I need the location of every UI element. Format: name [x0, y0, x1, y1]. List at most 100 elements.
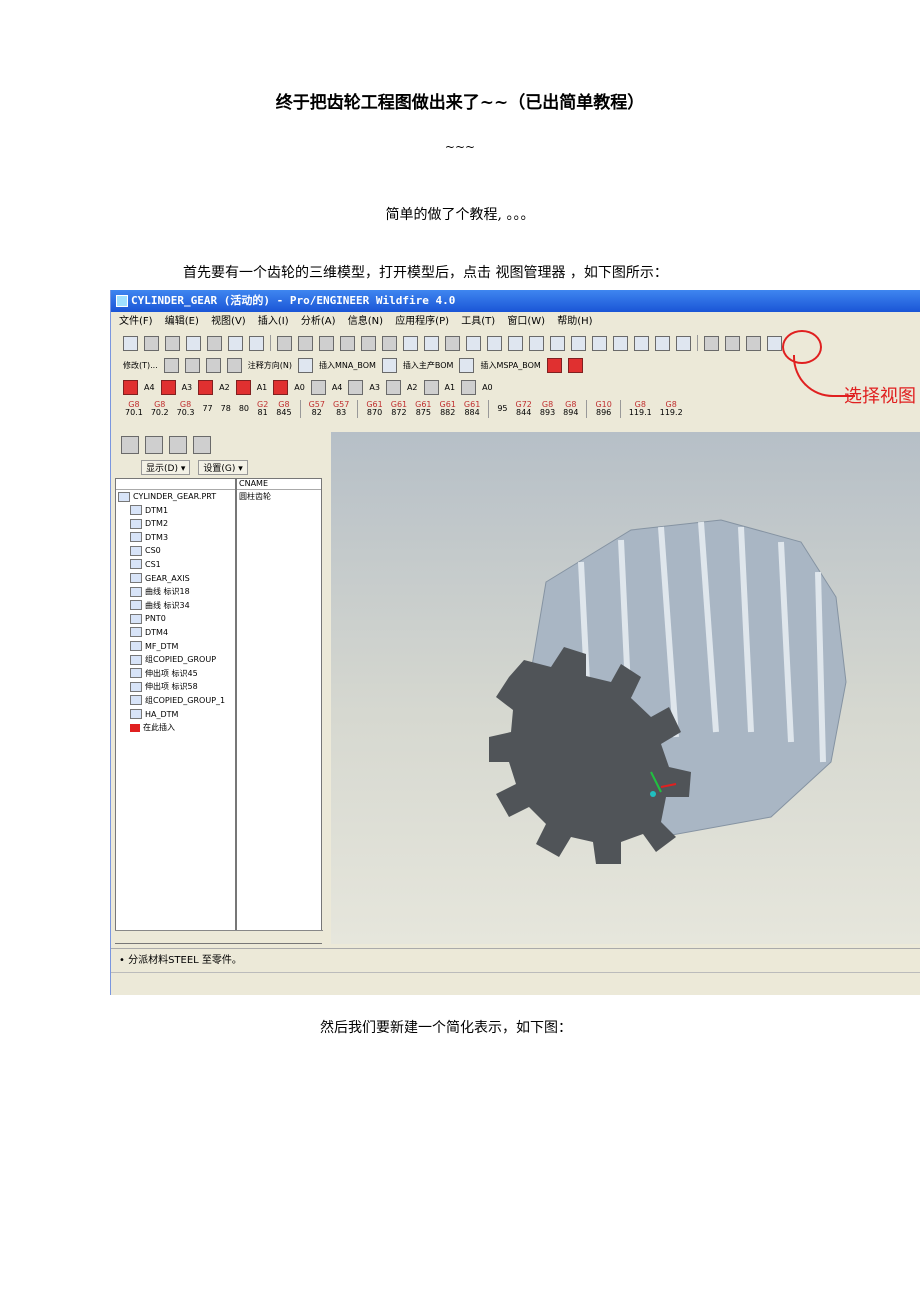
layers-icon[interactable]	[655, 335, 670, 351]
tree-item[interactable]: DTM4	[116, 626, 235, 640]
drawing-a1-icon[interactable]	[235, 379, 251, 395]
tree-item[interactable]: GEAR_AXIS	[116, 572, 235, 586]
spin-center-icon[interactable]	[466, 335, 481, 351]
tolerance-button[interactable]: 80	[239, 405, 249, 413]
open-file-icon[interactable]	[207, 335, 222, 351]
insert-mspa-button[interactable]: 插入MSPA_BOM	[480, 360, 540, 371]
tree-item[interactable]: CS1	[116, 558, 235, 572]
settings-dropdown[interactable]: 设置(G) ▾	[198, 459, 248, 475]
tree-item[interactable]: 伸出项 标识58	[116, 680, 235, 694]
tolerance-button[interactable]: G61 870	[366, 401, 382, 417]
regen-manager-icon[interactable]	[403, 335, 418, 351]
menu-file[interactable]: 文件(F)	[119, 316, 153, 327]
open-icon[interactable]	[144, 335, 159, 351]
print-a4-icon[interactable]	[310, 379, 326, 395]
tolerance-button[interactable]: G2 81	[257, 401, 268, 417]
print-a1-icon[interactable]	[423, 379, 439, 395]
print-icon[interactable]	[249, 335, 264, 351]
insert-mna-icon[interactable]	[298, 357, 313, 373]
tree-item[interactable]: DTM1	[116, 504, 235, 518]
tolerance-button[interactable]: G61 875	[415, 401, 431, 417]
folder-tab-icon[interactable]	[145, 436, 163, 454]
tolerance-button[interactable]: G61 872	[391, 401, 407, 417]
tree-item[interactable]: DTM3	[116, 531, 235, 545]
paste-icon[interactable]	[361, 335, 376, 351]
tree-item[interactable]: MF_DTM	[116, 640, 235, 654]
menu-applications[interactable]: 应用程序(P)	[395, 316, 449, 327]
cut-icon[interactable]	[319, 335, 334, 351]
datum-target-icon[interactable]	[226, 357, 242, 373]
reorient-icon[interactable]	[613, 335, 628, 351]
tolerance-button[interactable]: 77	[202, 405, 212, 413]
tolerance-button[interactable]: G8 845	[276, 401, 291, 417]
tree-item[interactable]: CS0	[116, 544, 235, 558]
tree-item[interactable]: 曲线 标识34	[116, 599, 235, 613]
tree-item[interactable]: 曲线 标识18	[116, 585, 235, 599]
tolerance-button[interactable]: G61 882	[440, 401, 456, 417]
paste-special-icon[interactable]	[382, 335, 397, 351]
tree-item[interactable]: PNT0	[116, 612, 235, 626]
insert-mspa-icon[interactable]	[459, 357, 475, 373]
drawing-a3-icon[interactable]	[160, 379, 176, 395]
annotation-direction-button[interactable]: 注释方向(N)	[248, 360, 292, 371]
modify-button[interactable]: 修改(T)...	[123, 360, 158, 371]
regenerate-icon[interactable]	[165, 335, 180, 351]
refit-icon[interactable]	[592, 335, 607, 351]
tolerance-button[interactable]: G57 82	[309, 401, 325, 417]
select-box-icon[interactable]	[445, 335, 460, 351]
menu-window[interactable]: 窗口(W)	[507, 316, 545, 327]
redo-icon[interactable]	[298, 335, 313, 351]
drawing-a2-icon[interactable]	[198, 379, 214, 395]
shading-icon[interactable]	[767, 335, 782, 351]
new-file-icon[interactable]	[186, 335, 201, 351]
note-icon[interactable]	[205, 357, 221, 373]
wireframe-icon[interactable]	[704, 335, 719, 351]
tree-item[interactable]: CYLINDER_GEAR.PRT	[116, 490, 235, 504]
menu-edit[interactable]: 编辑(E)	[165, 316, 199, 327]
hidden-line-icon[interactable]	[725, 335, 740, 351]
tree-item[interactable]: DTM2	[116, 517, 235, 531]
tolerance-button[interactable]: G57 83	[333, 401, 349, 417]
zoom-out-icon[interactable]	[571, 335, 586, 351]
tolerance-button[interactable]: G8 70.3	[177, 401, 195, 417]
drawing-a4-icon[interactable]	[123, 379, 138, 395]
insert-main-button[interactable]: 插入主产BOM	[403, 360, 454, 371]
insert-mna-button[interactable]: 插入MNA_BOM	[319, 360, 376, 371]
find-icon[interactable]	[424, 335, 439, 351]
copy-icon[interactable]	[340, 335, 355, 351]
menu-view[interactable]: 视图(V)	[211, 316, 246, 327]
tolerance-button[interactable]: 95	[497, 405, 507, 413]
display-dropdown[interactable]: 显示(D) ▾	[141, 459, 191, 475]
no-hidden-icon[interactable]	[746, 335, 761, 351]
connections-tab-icon[interactable]	[193, 436, 211, 454]
acrobat-icon[interactable]	[567, 357, 583, 373]
pdf-icon[interactable]	[546, 357, 562, 373]
datum-axis-icon[interactable]	[508, 335, 523, 351]
tolerance-button[interactable]: G8 119.2	[660, 401, 683, 417]
print-a0-icon[interactable]	[461, 379, 477, 395]
menu-info[interactable]: 信息(N)	[348, 316, 383, 327]
tree-item[interactable]: 组COPIED_GROUP	[116, 653, 235, 667]
tree-item[interactable]: 组COPIED_GROUP_1	[116, 694, 235, 708]
print-a3-icon[interactable]	[348, 379, 364, 395]
tolerance-button[interactable]: G8 119.1	[629, 401, 652, 417]
tolerance-button[interactable]: G61 884	[464, 401, 480, 417]
tree-item[interactable]: HA_DTM	[116, 708, 235, 722]
tolerance-button[interactable]: 78	[221, 405, 231, 413]
orient-icon[interactable]	[487, 335, 502, 351]
drawing-a0-icon[interactable]	[273, 379, 289, 395]
plane-icon[interactable]	[184, 357, 200, 373]
insert-main-icon[interactable]	[381, 357, 397, 373]
saved-views-icon[interactable]	[634, 335, 649, 351]
print-a2-icon[interactable]	[385, 379, 401, 395]
model-tree-tab-icon[interactable]	[121, 436, 139, 454]
view-manager-icon[interactable]	[676, 335, 691, 351]
datum-point-icon[interactable]	[529, 335, 544, 351]
menu-tools[interactable]: 工具(T)	[461, 316, 495, 327]
tolerance-button[interactable]: G8 70.2	[151, 401, 169, 417]
zoom-in-icon[interactable]	[550, 335, 565, 351]
tolerance-button[interactable]: G8 70.1	[125, 401, 143, 417]
menu-insert[interactable]: 插入(I)	[258, 316, 289, 327]
save-icon[interactable]	[228, 335, 243, 351]
tolerance-button[interactable]: G72 844	[516, 401, 532, 417]
